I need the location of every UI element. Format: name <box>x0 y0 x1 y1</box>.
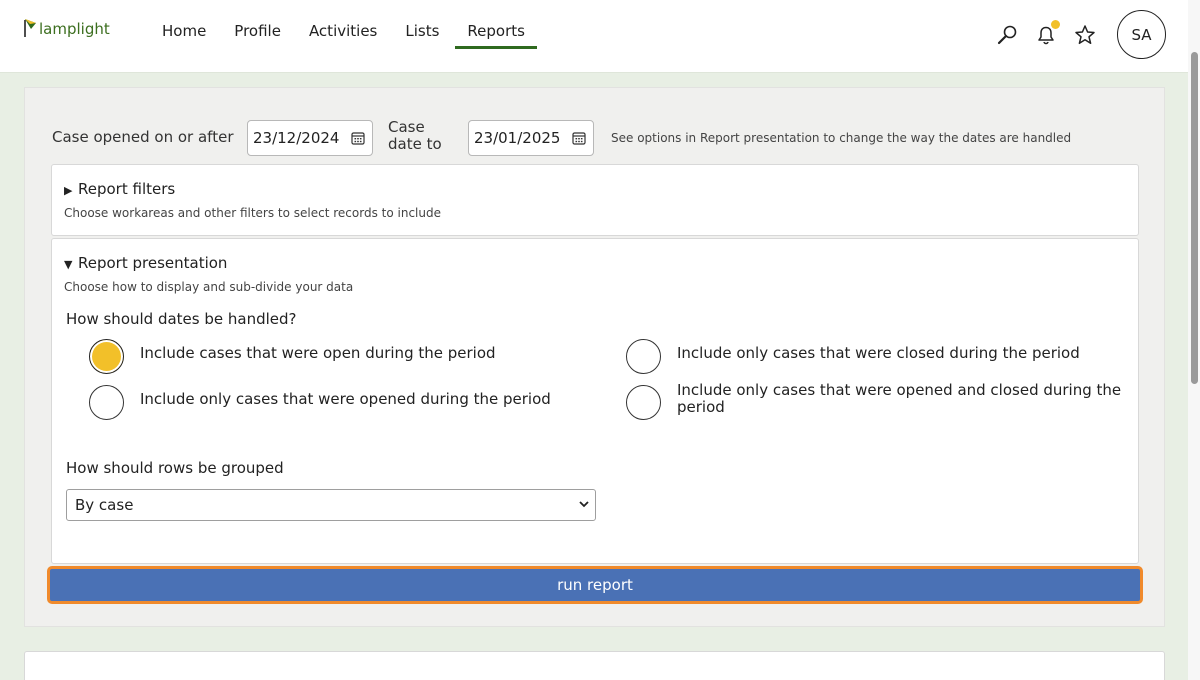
nav-home[interactable]: Home <box>150 0 218 50</box>
notification-dot <box>1051 19 1060 29</box>
report-presentation-section: ▼ Report presentation Choose how to displ… <box>51 238 1139 564</box>
notifications-bell-icon[interactable] <box>1034 19 1060 47</box>
radio-button[interactable] <box>626 385 661 420</box>
calendar-icon[interactable] <box>351 131 365 145</box>
expanded-triangle-icon: ▼ <box>64 258 73 271</box>
nav-lists[interactable]: Lists <box>393 0 451 50</box>
report-filters-subtitle: Choose workareas and other filters to se… <box>64 206 441 220</box>
opened-date-value: 23/12/2024 <box>253 129 340 147</box>
to-date-value: 23/01/2025 <box>474 129 561 147</box>
report-filters-toggle[interactable]: ▶ Report filters <box>64 180 175 198</box>
to-date-label: Case date to <box>388 119 442 153</box>
user-avatar[interactable]: SA <box>1117 10 1166 59</box>
nav-reports[interactable]: Reports <box>455 0 537 50</box>
search-icon[interactable] <box>995 23 1019 47</box>
grouping-question: How should rows be grouped <box>66 459 284 477</box>
main-nav: Home Profile Activities Lists Reports <box>150 0 541 73</box>
radio-option-opened-during[interactable] <box>89 385 124 420</box>
radio-label-opened-during: Include only cases that were opened duri… <box>140 390 551 408</box>
header-actions: SA <box>980 10 1166 59</box>
collapsed-triangle-icon: ▶ <box>64 184 73 197</box>
radio-label-open-during: Include cases that were open during the … <box>140 344 496 362</box>
radio-option-open-during[interactable] <box>89 339 124 374</box>
top-navigation-bar: lamplight Home Profile Activities Lists … <box>0 0 1200 73</box>
lamp-icon <box>24 19 36 37</box>
radio-option-closed-during[interactable] <box>626 339 661 374</box>
calendar-icon[interactable] <box>572 131 586 145</box>
grouping-selected-value: By case <box>75 496 134 514</box>
report-panel: Case opened on or after 23/12/2024 Case … <box>24 87 1165 627</box>
page-scrollbar[interactable] <box>1188 0 1200 680</box>
lamplight-logo[interactable]: lamplight <box>22 16 110 38</box>
opened-date-label: Case opened on or after <box>52 128 234 146</box>
radio-option-opened-and-closed[interactable] <box>626 385 661 420</box>
opened-date-input[interactable]: 23/12/2024 <box>247 120 373 156</box>
favourites-star-icon[interactable] <box>1073 23 1097 47</box>
report-presentation-subtitle: Choose how to display and sub-divide you… <box>64 280 354 294</box>
scrollbar-thumb[interactable] <box>1191 52 1198 384</box>
radio-button-selected[interactable] <box>89 339 124 374</box>
nav-profile[interactable]: Profile <box>222 0 293 50</box>
grouping-select[interactable]: By case <box>66 489 596 521</box>
report-filters-section: ▶ Report filters Choose workareas and oth… <box>51 164 1139 236</box>
radio-button[interactable] <box>626 339 661 374</box>
dates-question: How should dates be handled? <box>66 310 297 328</box>
nav-activities[interactable]: Activities <box>297 0 389 50</box>
report-filters-title: Report filters <box>78 180 176 198</box>
logo-text: lamplight <box>39 20 110 38</box>
report-presentation-title: Report presentation <box>78 254 228 272</box>
radio-label-opened-and-closed: Include only cases that were opened and … <box>677 381 1122 416</box>
chevron-down-icon <box>579 501 589 508</box>
to-date-label-line2: date to <box>388 135 442 153</box>
report-results-card <box>24 651 1165 680</box>
radio-label-closed-during: Include only cases that were closed duri… <box>677 344 1080 362</box>
to-date-input[interactable]: 23/01/2025 <box>468 120 594 156</box>
date-handling-note: See options in Report presentation to ch… <box>611 131 1072 145</box>
run-report-button[interactable]: run report <box>47 566 1143 604</box>
report-presentation-toggle[interactable]: ▼ Report presentation <box>64 254 227 272</box>
radio-button[interactable] <box>89 385 124 420</box>
to-date-label-line1: Case <box>388 118 425 136</box>
date-range-row: Case opened on or after 23/12/2024 Case … <box>52 118 1142 158</box>
